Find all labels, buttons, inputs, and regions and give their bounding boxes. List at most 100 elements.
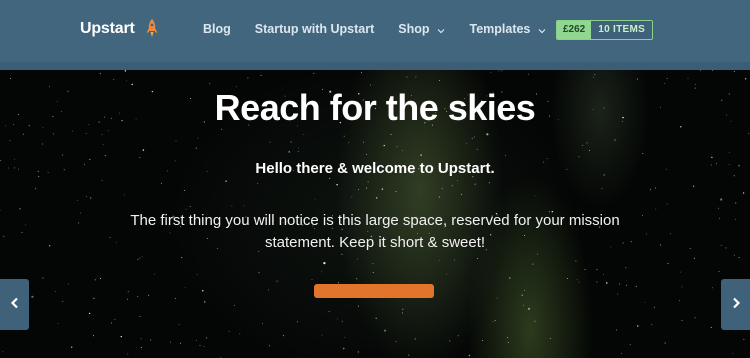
star [351,196,353,198]
star [199,345,201,346]
star [178,324,180,326]
star [395,190,397,192]
star [296,321,298,323]
star [446,273,448,275]
star [596,268,598,270]
star [381,188,384,190]
logo[interactable]: Upstart [80,19,159,39]
star [664,342,666,344]
star [689,247,691,249]
star [710,327,712,328]
star [303,133,305,135]
star [276,280,278,282]
star [328,311,330,312]
hero-subtitle: Hello there & welcome to Upstart. [255,160,495,177]
slider-prev-button[interactable] [0,279,29,330]
nav-item-startup[interactable]: Startup with Upstart [255,22,374,36]
star [343,347,345,350]
star [99,73,101,75]
star [126,80,127,82]
star [101,134,103,135]
star [655,187,657,189]
star [719,217,721,219]
star [681,286,683,288]
page: Upstart Blog Startup with Upstart Shop T… [0,0,750,358]
star [534,320,536,322]
star [196,340,197,341]
star [642,152,644,154]
star [189,206,191,207]
star [154,273,155,275]
star [694,83,696,85]
star [366,187,368,189]
star [356,278,358,280]
star [9,140,11,142]
nav-item-templates[interactable]: Templates [469,22,546,36]
star [476,148,478,150]
star [588,149,590,151]
star [195,147,197,149]
star [336,318,338,320]
star [225,180,227,182]
star [681,320,683,321]
nav-item-blog[interactable]: Blog [203,22,231,36]
star [578,281,580,283]
cta-button[interactable] [314,284,434,298]
star [336,184,338,186]
star [490,71,492,73]
star [357,258,358,260]
star [107,130,109,132]
star [439,259,441,261]
star [203,346,205,348]
chevron-left-icon [10,296,20,314]
star [635,285,637,287]
star [492,321,494,323]
star [88,312,91,315]
star [93,297,95,300]
star [651,324,653,326]
star [311,278,313,280]
slider-next-button[interactable] [721,279,750,330]
star [733,254,735,256]
star [124,194,126,196]
star [370,84,371,86]
star [127,291,129,293]
star [408,354,410,356]
star [742,192,745,194]
star [357,351,360,353]
star [692,185,695,187]
star [321,334,323,336]
star [606,282,608,284]
star [534,195,536,197]
star [720,244,722,246]
star [576,279,578,281]
star [471,137,473,139]
star [267,289,269,291]
star [582,145,584,146]
star [687,77,689,79]
star [375,317,377,319]
star [666,203,668,205]
star [174,298,176,300]
star [21,231,23,233]
star [527,73,529,75]
star [62,300,64,302]
star [55,291,57,292]
star [67,283,69,285]
star [101,179,103,181]
star [660,244,662,246]
logo-text: Upstart [80,20,135,37]
star [505,154,506,156]
cart-button[interactable]: £262 10 ITEMS [556,20,654,40]
star [415,76,417,78]
star [257,182,259,184]
nav-item-shop[interactable]: Shop [398,22,445,36]
star [509,277,511,279]
star [439,79,440,81]
star [137,258,139,260]
star [636,78,638,80]
star [621,353,622,354]
star [77,222,80,224]
star [743,339,745,340]
star [614,139,616,141]
